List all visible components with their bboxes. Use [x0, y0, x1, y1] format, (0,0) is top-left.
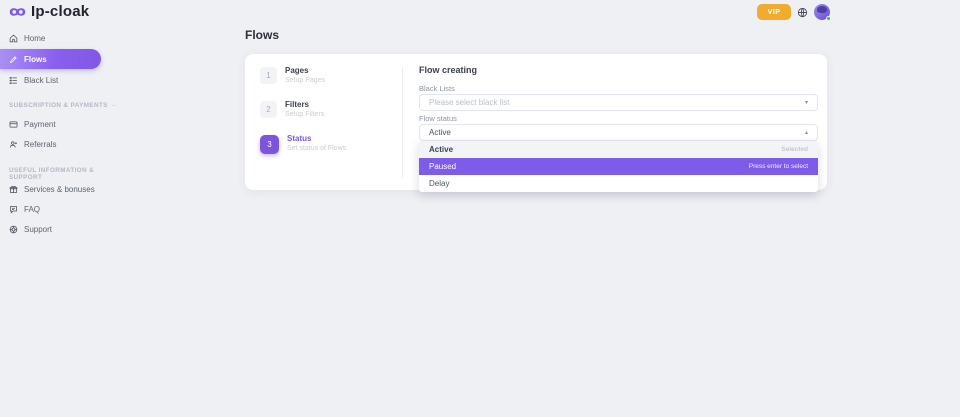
section-divider [112, 105, 116, 106]
sidebar-item-faq[interactable]: FAQ [0, 202, 120, 216]
brand-logo[interactable]: Ip-cloak [8, 3, 89, 20]
step-subtitle: Set status of Flows [287, 144, 346, 153]
option-label: Paused [429, 162, 456, 171]
avatar-figure [817, 6, 827, 13]
gift-icon [9, 185, 18, 194]
chevron-up-icon: ▴ [805, 129, 808, 136]
option-hint: Selected [781, 146, 808, 153]
app-window: Ip-cloak VIP Home Flows Black List [0, 0, 960, 417]
flow-status-dropdown: Active Selected Paused Press enter to se… [419, 141, 818, 192]
option-hint: Press enter to select [749, 163, 808, 170]
step-subtitle: Setup Pages [285, 76, 325, 85]
flow-creating-card: 1 Pages Setup Pages 2 Filters Setup Filt… [245, 54, 827, 190]
mask-icon [8, 6, 27, 18]
online-status-dot [826, 16, 831, 21]
option-delay[interactable]: Delay [419, 175, 818, 192]
sidebar-section-label: USEFUL INFORMATION & SUPPORT [9, 167, 120, 181]
flow-status-label: Flow status [419, 114, 457, 123]
step-number-badge: 1 [260, 67, 277, 84]
step-subtitle: Setup Filters [285, 110, 324, 119]
option-active[interactable]: Active Selected [419, 141, 818, 158]
sidebar-item-label: Black List [24, 76, 58, 85]
chevron-down-icon: ▾ [805, 99, 808, 106]
step-title: Status [287, 134, 346, 144]
step-title: Filters [285, 100, 324, 110]
option-label: Delay [429, 179, 449, 188]
referrals-person-icon [9, 140, 18, 149]
user-avatar[interactable] [814, 4, 830, 20]
sidebar-item-referrals[interactable]: Referrals [0, 137, 120, 151]
sidebar-item-services-bonuses[interactable]: Services & bonuses [0, 182, 120, 196]
sidebar-item-label: FAQ [24, 205, 40, 214]
flow-creating-form: Flow creating Black Lists Please select … [419, 54, 818, 190]
option-paused[interactable]: Paused Press enter to select [419, 158, 818, 175]
sidebar-section-support: USEFUL INFORMATION & SUPPORT [0, 167, 120, 181]
black-lists-select[interactable]: Please select black list ▾ [419, 94, 818, 111]
faq-bubble-icon [9, 205, 18, 214]
option-label: Active [429, 145, 453, 154]
sidebar-item-label: Services & bonuses [24, 185, 95, 194]
sidebar-section-subscription: SUBSCRIPTION & PAYMENTS [0, 102, 120, 109]
wizard-step-pages[interactable]: 1 Pages Setup Pages [260, 66, 325, 85]
sidebar-item-flows[interactable]: Flows [0, 49, 101, 69]
brand-name: Ip-cloak [31, 3, 89, 20]
card-vertical-divider [402, 67, 403, 178]
sidebar-item-home[interactable]: Home [0, 31, 120, 45]
flow-status-select[interactable]: Active ▴ [419, 124, 818, 141]
sidebar-item-label: Flows [24, 55, 47, 64]
sidebar-item-label: Support [24, 225, 52, 234]
sidebar-item-payment[interactable]: Payment [0, 117, 120, 131]
wizard-step-status[interactable]: 3 Status Set status of Flows [260, 134, 346, 154]
vip-button[interactable]: VIP [757, 4, 791, 20]
sidebar-section-label: SUBSCRIPTION & PAYMENTS [9, 102, 108, 109]
page-title: Flows [245, 28, 279, 42]
sidebar-item-label: Referrals [24, 140, 56, 149]
sidebar-item-black-list[interactable]: Black List [0, 73, 120, 87]
step-number-badge: 3 [260, 135, 279, 154]
lifebuoy-icon [9, 225, 18, 234]
sidebar-item-label: Home [24, 34, 45, 43]
wizard-step-filters[interactable]: 2 Filters Setup Filters [260, 100, 324, 119]
form-title: Flow creating [419, 65, 477, 75]
flows-icon [9, 55, 18, 64]
flow-status-value: Active [429, 128, 451, 137]
credit-card-icon [9, 120, 18, 129]
step-number-badge: 2 [260, 101, 277, 118]
sidebar-item-support[interactable]: Support [0, 222, 120, 236]
list-icon [9, 76, 18, 85]
language-globe-icon[interactable] [797, 7, 808, 18]
home-icon [9, 34, 18, 43]
black-lists-label: Black Lists [419, 84, 455, 93]
header-controls: VIP [757, 4, 830, 20]
black-lists-placeholder: Please select black list [429, 98, 509, 107]
step-title: Pages [285, 66, 325, 76]
sidebar-item-label: Payment [24, 120, 56, 129]
